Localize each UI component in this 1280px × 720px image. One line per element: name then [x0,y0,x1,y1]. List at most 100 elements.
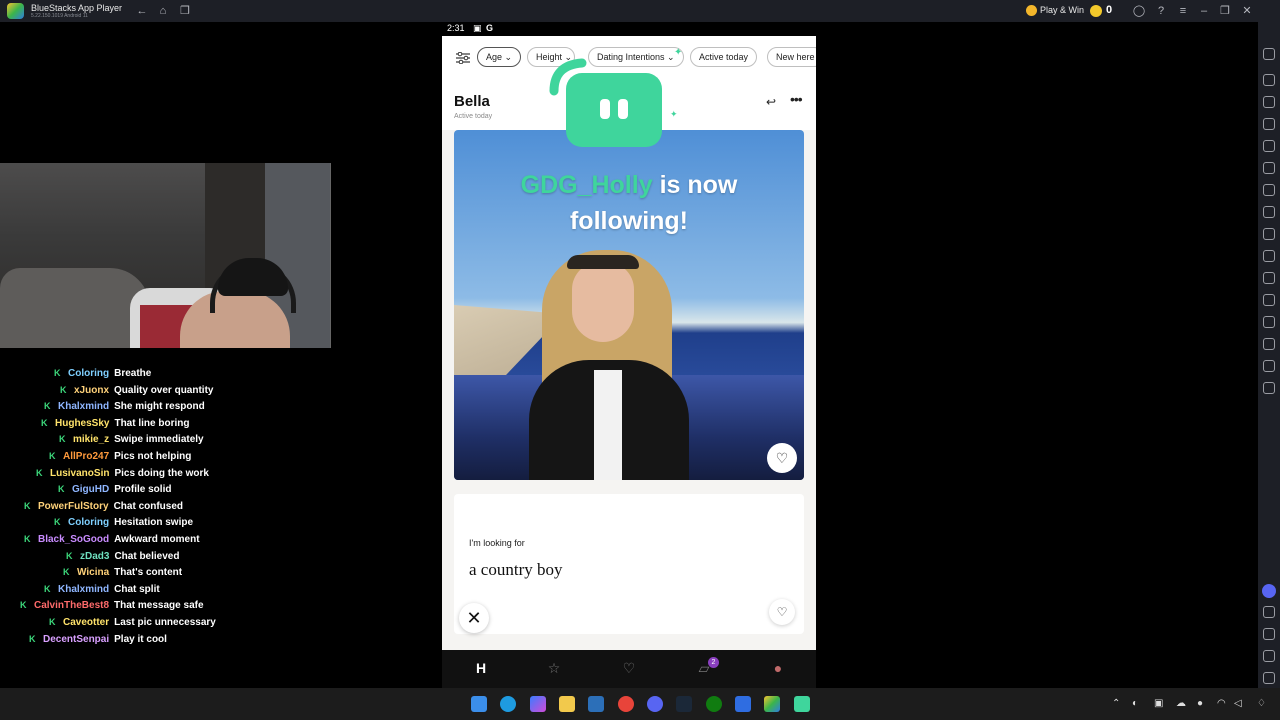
status-bar: 2:31 ▣ G [442,22,816,36]
home-icon[interactable]: ⌂ [156,4,170,18]
nav-likes-icon[interactable]: ♡ [619,660,639,677]
account-icon[interactable]: ◯ [1132,4,1146,18]
chat-badge-icon: K [49,617,56,627]
chat-username: Coloring [68,517,110,529]
chat-badge-icon: K [54,517,61,528]
macro-icon[interactable] [1263,184,1275,196]
nav-discover-icon[interactable]: H [471,660,491,676]
tray-app2-icon[interactable]: ▣ [1154,698,1163,709]
airplane-icon[interactable] [1263,294,1275,306]
chat-message: K DecentSenpai Play it cool [29,634,167,650]
chrome-icon[interactable] [618,696,634,712]
nav-profile-icon[interactable]: ● [768,660,788,676]
bluestacks-taskbar-icon[interactable] [764,696,780,712]
xbox-icon[interactable] [706,696,722,712]
streamlabs-icon[interactable] [794,696,810,712]
chat-badge-icon: K [36,467,43,478]
speaker-icon[interactable]: ◁ [1234,698,1242,709]
steam-icon[interactable] [676,696,692,712]
file-explorer-icon[interactable] [559,696,575,712]
more-options-icon[interactable]: ••• [790,91,803,107]
chat-message: K Khalxmind Chat split [44,584,160,600]
android-recents-icon[interactable] [1263,672,1275,684]
webcam-feed [0,163,331,348]
keyboard-icon[interactable] [1263,96,1275,108]
chat-text: Profile solid [114,484,172,496]
notification-icon: ▣ [473,23,482,33]
photo-like-button[interactable]: ♡ [767,443,797,473]
chat-username: Khalxmind [58,583,110,595]
gamepad-icon[interactable] [1263,162,1275,174]
chat-message: K Black_SoGood Awkward moment [24,534,200,550]
record-icon[interactable] [1263,140,1275,152]
location-icon[interactable] [1263,272,1275,284]
apk-icon[interactable] [1263,316,1275,328]
chat-username: mikie_z [73,434,110,446]
notifications-icon[interactable]: ♢ [1257,698,1266,709]
prompt-answer: a country boy [469,560,563,579]
fullscreen-icon[interactable] [1263,48,1275,60]
filter-new-here[interactable]: New here [767,47,816,67]
chat-message: K AllPro247 Pics not helping [49,451,191,467]
microphone-icon[interactable]: ● [1197,698,1203,709]
start-icon[interactable] [471,696,487,712]
prompt-like-button[interactable]: ♡ [769,599,795,625]
svg-text:✦: ✦ [670,110,678,120]
chat-text: Swipe immediately [114,434,204,446]
chat-username: DecentSenpai [43,633,110,645]
chat-username: Black_SoGood [38,534,110,545]
nav-standouts-icon[interactable]: ☆ [544,660,564,677]
android-back-icon[interactable] [1263,628,1275,640]
shake-icon[interactable] [1263,250,1275,262]
close-icon[interactable]: ✕ [1240,4,1254,18]
layers-icon[interactable] [1263,360,1275,372]
chat-message: K Caveotter Last pic unnecessary [49,617,216,633]
chat-username: Coloring [68,368,110,379]
eco-mode-icon[interactable] [1263,338,1275,350]
chat-message: K CalvinTheBest8 That message safe [20,600,204,616]
filter-age[interactable]: Age ⌄ [477,47,522,67]
sync-icon[interactable] [1263,382,1275,394]
multi-instance-icon[interactable] [1263,206,1275,218]
chat-message: Kmikie_z Swipe immediately [59,434,204,450]
skip-button[interactable]: ✕ [459,603,489,633]
recent-apps-icon[interactable]: ❐ [178,4,192,18]
emulator-title-bar: BlueStacks App Player 5.22.150.1019 Andr… [0,0,1280,22]
discord-icon[interactable] [1262,584,1276,598]
chat-badge-icon: K [44,401,51,412]
tray-overflow-icon[interactable]: ⌃ [1112,698,1120,709]
chat-text: Chat split [114,583,160,595]
volume-icon[interactable] [1263,74,1275,86]
undo-icon[interactable]: ↩ [766,95,776,109]
filter-settings-icon[interactable] [456,52,470,64]
settings-icon[interactable] [1263,606,1275,618]
play-win-button[interactable]: Play & Win [1040,5,1084,15]
minimize-icon[interactable]: – [1197,4,1211,18]
profile-name: Bella [454,93,490,110]
wifi-icon[interactable]: ◠ [1217,698,1226,709]
chat-badge-icon: K [49,451,56,461]
chat-badge-icon: K [66,550,73,561]
chat-badge-icon: K [29,633,36,644]
follow-alert-text: GDG_Holly is now following! [454,167,804,239]
rotate-icon[interactable] [1263,228,1275,240]
app-icon[interactable] [588,696,604,712]
tray-app-icon[interactable]: ◐ [1132,698,1138,709]
copilot-icon[interactable] [530,696,546,712]
discord-taskbar-icon[interactable] [647,696,663,712]
menu-icon[interactable]: ≡ [1176,4,1190,18]
edge-icon[interactable] [500,696,516,712]
chat-message: K HughesSky That line boring [41,418,189,434]
back-icon[interactable]: ← [135,4,149,18]
screenshot-icon[interactable] [1263,118,1275,130]
restore-icon[interactable]: ❐ [1218,4,1232,18]
chat-text: Play it cool [114,633,167,645]
android-home-icon[interactable] [1263,650,1275,662]
chat-text: That message safe [114,600,204,612]
roblox-icon[interactable] [735,696,751,712]
tray-onedrive-icon[interactable]: ☁ [1176,698,1186,709]
emulator-sidebar [1258,22,1280,688]
coin-icon [1090,5,1102,17]
filter-active-today[interactable]: Active today [690,47,758,67]
help-icon[interactable]: ? [1154,4,1168,18]
